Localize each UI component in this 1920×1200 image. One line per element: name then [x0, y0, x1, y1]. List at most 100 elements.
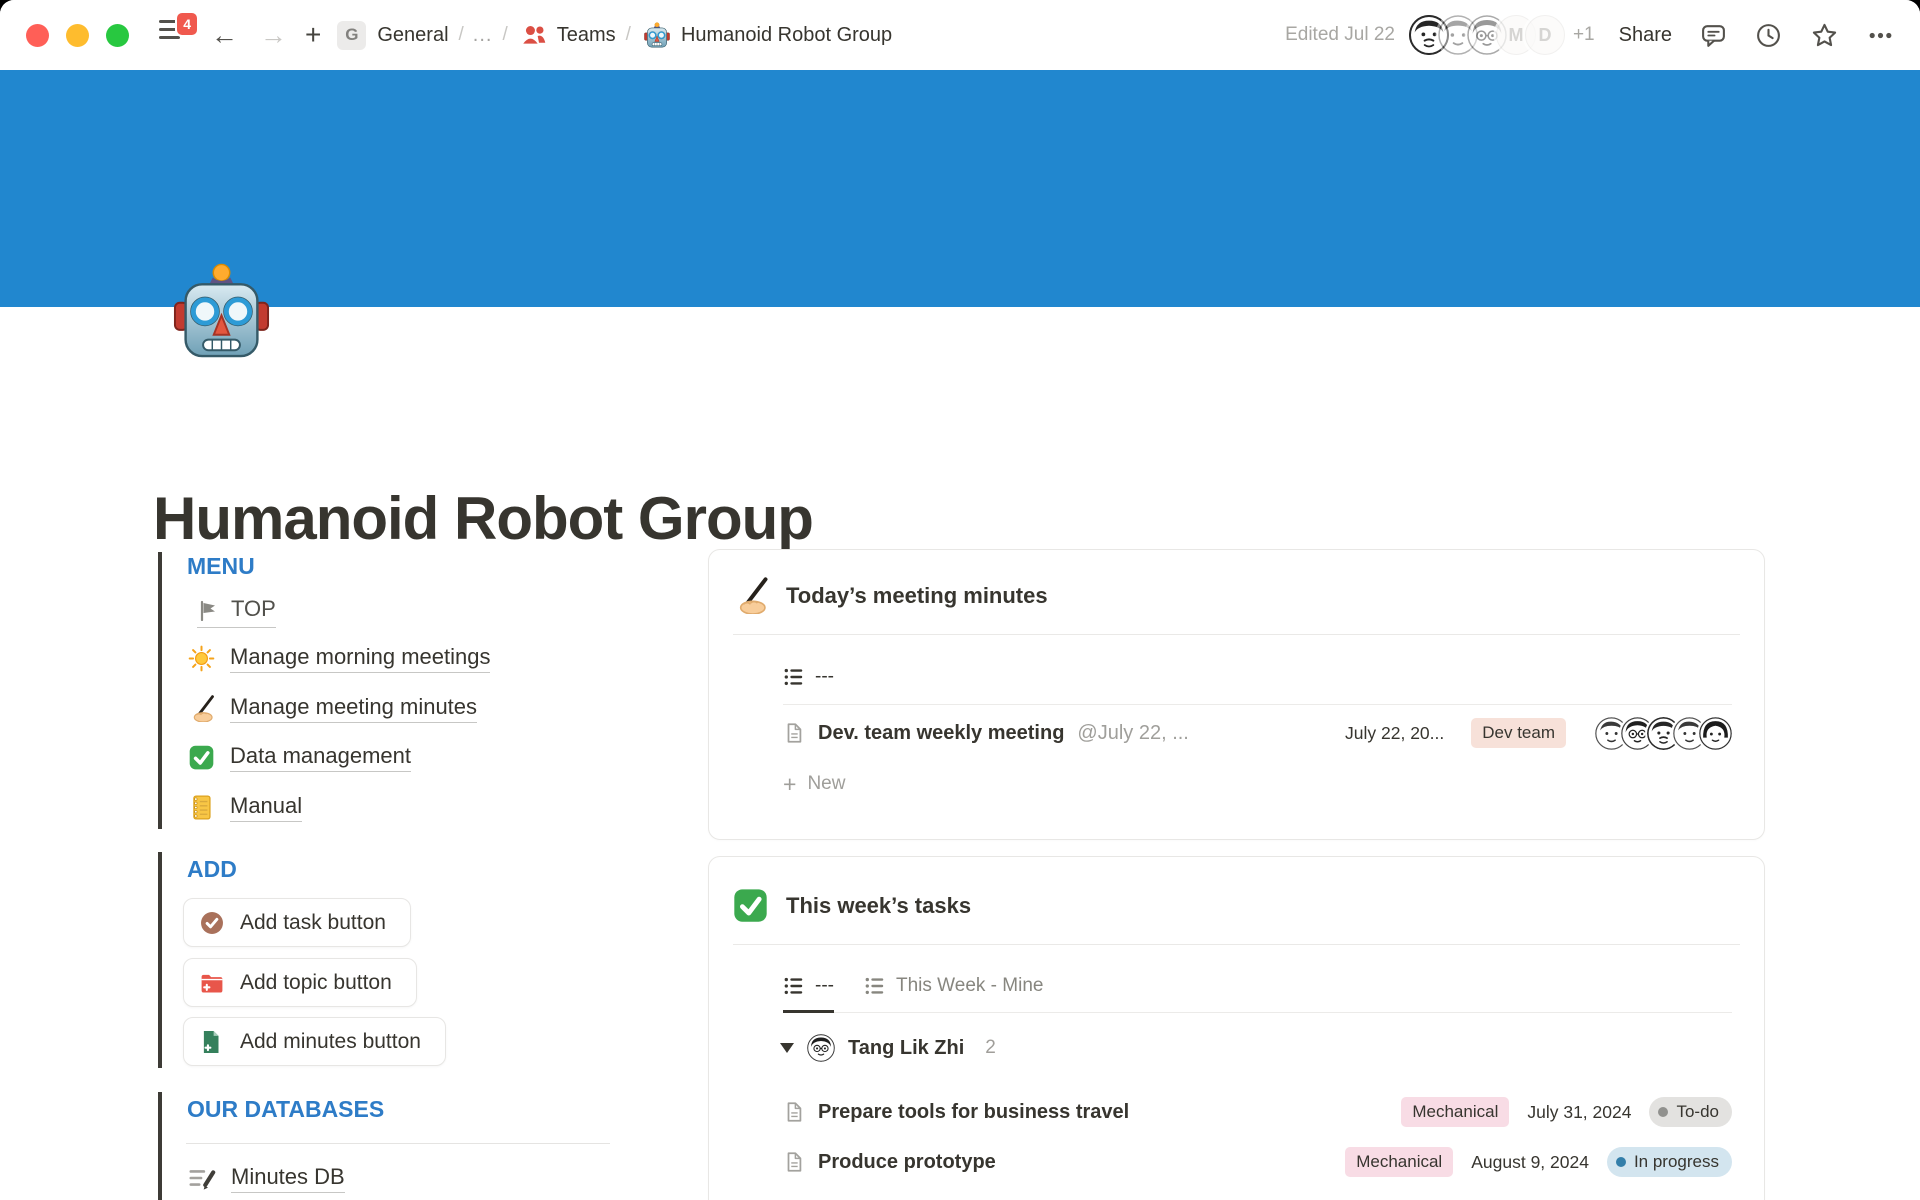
minimize-window-button[interactable]: [66, 24, 89, 47]
notebook-icon: [188, 794, 215, 821]
task-properties: Mechanical August 9, 2024 In progress: [1345, 1147, 1732, 1177]
avatar-overflow-count[interactable]: +1: [1573, 24, 1595, 46]
presence-avatars[interactable]: M D: [1409, 15, 1565, 55]
view-tab[interactable]: ---: [783, 651, 834, 705]
zoom-window-button[interactable]: [106, 24, 129, 47]
meeting-title: Dev. team weekly meeting: [818, 722, 1064, 745]
task-row[interactable]: Prepare tools for business travel Mechan…: [709, 1087, 1764, 1137]
group-count: 2: [985, 1037, 996, 1059]
add-button-label: Add topic button: [240, 971, 392, 995]
due-date: July 31, 2024: [1527, 1102, 1631, 1123]
task-row[interactable]: Produce prototype Mechanical August 9, 2…: [709, 1137, 1764, 1187]
task-title: Prepare tools for business travel: [818, 1101, 1129, 1124]
new-meeting-row[interactable]: + New: [709, 761, 1764, 807]
add-task-button[interactable]: Add task button: [183, 898, 411, 947]
add-heading: ADD: [187, 856, 237, 883]
titlebar-right: Edited Jul 22 M D +1 Share: [1285, 15, 1894, 55]
add-minutes-button[interactable]: Add minutes button: [183, 1017, 446, 1066]
more-options-icon[interactable]: [1867, 22, 1894, 49]
page-title[interactable]: Humanoid Robot Group: [153, 484, 813, 553]
notification-badge: 4: [175, 11, 199, 37]
assignee-name: Tang Lik Zhi: [848, 1037, 964, 1060]
attendee-avatars: [1595, 717, 1732, 750]
back-button[interactable]: ←: [211, 22, 238, 49]
list-view-icon: [783, 666, 805, 688]
view-tab-label: ---: [815, 975, 834, 997]
status-dot: [1658, 1107, 1668, 1117]
page-robot-icon[interactable]: [173, 262, 270, 359]
sun-icon: [188, 645, 215, 672]
breadcrumb-teams[interactable]: Teams: [557, 24, 616, 47]
sidebar-toggle-button[interactable]: 4: [159, 20, 189, 50]
plus-icon: +: [783, 771, 796, 798]
divider: [733, 634, 1740, 635]
page-icon: [783, 1101, 805, 1123]
meeting-row[interactable]: Dev. team weekly meeting @July 22, ... J…: [709, 705, 1764, 761]
due-date: August 9, 2024: [1471, 1152, 1589, 1173]
menu-link-top[interactable]: TOP: [197, 596, 276, 628]
favorite-star-icon[interactable]: [1810, 21, 1839, 50]
menu-link-label: Manage morning meetings: [230, 644, 490, 673]
databases-heading: OUR DATABASES: [187, 1096, 384, 1123]
list-pencil-icon: [188, 1164, 216, 1192]
minutes-card-header: Today’s meeting minutes: [709, 550, 1764, 614]
databases-section-bar: [158, 1092, 162, 1200]
robot-icon: [644, 22, 670, 48]
view-tab[interactable]: ---: [783, 961, 834, 1013]
menu-link-meeting-minutes[interactable]: Manage meeting minutes: [188, 686, 477, 730]
page-icon: [783, 1151, 805, 1173]
menu-link-label: TOP: [231, 596, 276, 624]
category-tag: Mechanical: [1345, 1147, 1453, 1177]
assignee-group-header[interactable]: Tang Lik Zhi 2: [709, 1025, 1764, 1071]
avatar-letter[interactable]: D: [1525, 15, 1565, 55]
menu-link-label: Data management: [230, 743, 411, 772]
page-cover[interactable]: [0, 70, 1920, 307]
menu-heading: MENU: [187, 553, 255, 580]
divider: [733, 944, 1740, 945]
teams-icon: [521, 22, 548, 49]
workspace-chip[interactable]: G: [337, 21, 366, 50]
avatar: [1699, 717, 1732, 750]
add-section-bar: [158, 852, 162, 1068]
writing-hand-icon: [188, 695, 215, 722]
status-badge: In progress: [1607, 1147, 1732, 1177]
breadcrumb-separator: /: [459, 24, 464, 46]
list-view-icon: [864, 975, 886, 997]
menu-link-manual[interactable]: Manual: [188, 785, 302, 829]
minutes-card: Today’s meeting minutes --- Dev. team we…: [708, 549, 1765, 840]
breadcrumb-workspace[interactable]: General: [377, 24, 448, 47]
minutes-card-title: Today’s meeting minutes: [786, 583, 1048, 609]
menu-link-morning-meetings[interactable]: Manage morning meetings: [188, 636, 490, 680]
status-label: To-do: [1676, 1102, 1719, 1122]
comments-icon[interactable]: [1700, 22, 1727, 49]
file-plus-icon: [199, 1029, 225, 1055]
notion-window: 4 ← → + G General / ... / Teams / Humano…: [0, 0, 1920, 1200]
breadcrumb-separator: /: [626, 24, 631, 46]
breadcrumb-ellipsis[interactable]: ...: [473, 24, 493, 47]
window-controls: [26, 24, 129, 47]
folder-plus-icon: [199, 970, 225, 996]
task-check-icon: [199, 910, 225, 936]
share-button[interactable]: Share: [1619, 24, 1672, 47]
forward-button[interactable]: →: [260, 22, 287, 49]
new-tab-button[interactable]: +: [305, 19, 321, 51]
breadcrumb-page[interactable]: Humanoid Robot Group: [681, 24, 892, 47]
task-title: Produce prototype: [818, 1151, 996, 1174]
view-tab[interactable]: This Week - Mine: [864, 961, 1043, 1013]
menu-link-label: Minutes DB: [231, 1164, 345, 1193]
menu-link-minutes-db[interactable]: Minutes DB: [188, 1156, 345, 1200]
close-window-button[interactable]: [26, 24, 49, 47]
minutes-view-tabs: ---: [783, 651, 1732, 705]
divider: [186, 1143, 610, 1144]
add-topic-button[interactable]: Add topic button: [183, 958, 417, 1007]
menu-link-data-management[interactable]: Data management: [188, 735, 411, 779]
collapse-toggle-icon[interactable]: [780, 1043, 794, 1053]
menu-link-label: Manage meeting minutes: [230, 694, 477, 723]
task-rows: Prepare tools for business travel Mechan…: [709, 1087, 1764, 1187]
menu-section-bar: [158, 552, 162, 829]
check-mark-icon: [732, 887, 769, 924]
team-tag: Dev team: [1471, 718, 1566, 748]
updates-clock-icon[interactable]: [1755, 22, 1782, 49]
list-view-icon: [783, 975, 805, 997]
status-dot: [1616, 1157, 1626, 1167]
